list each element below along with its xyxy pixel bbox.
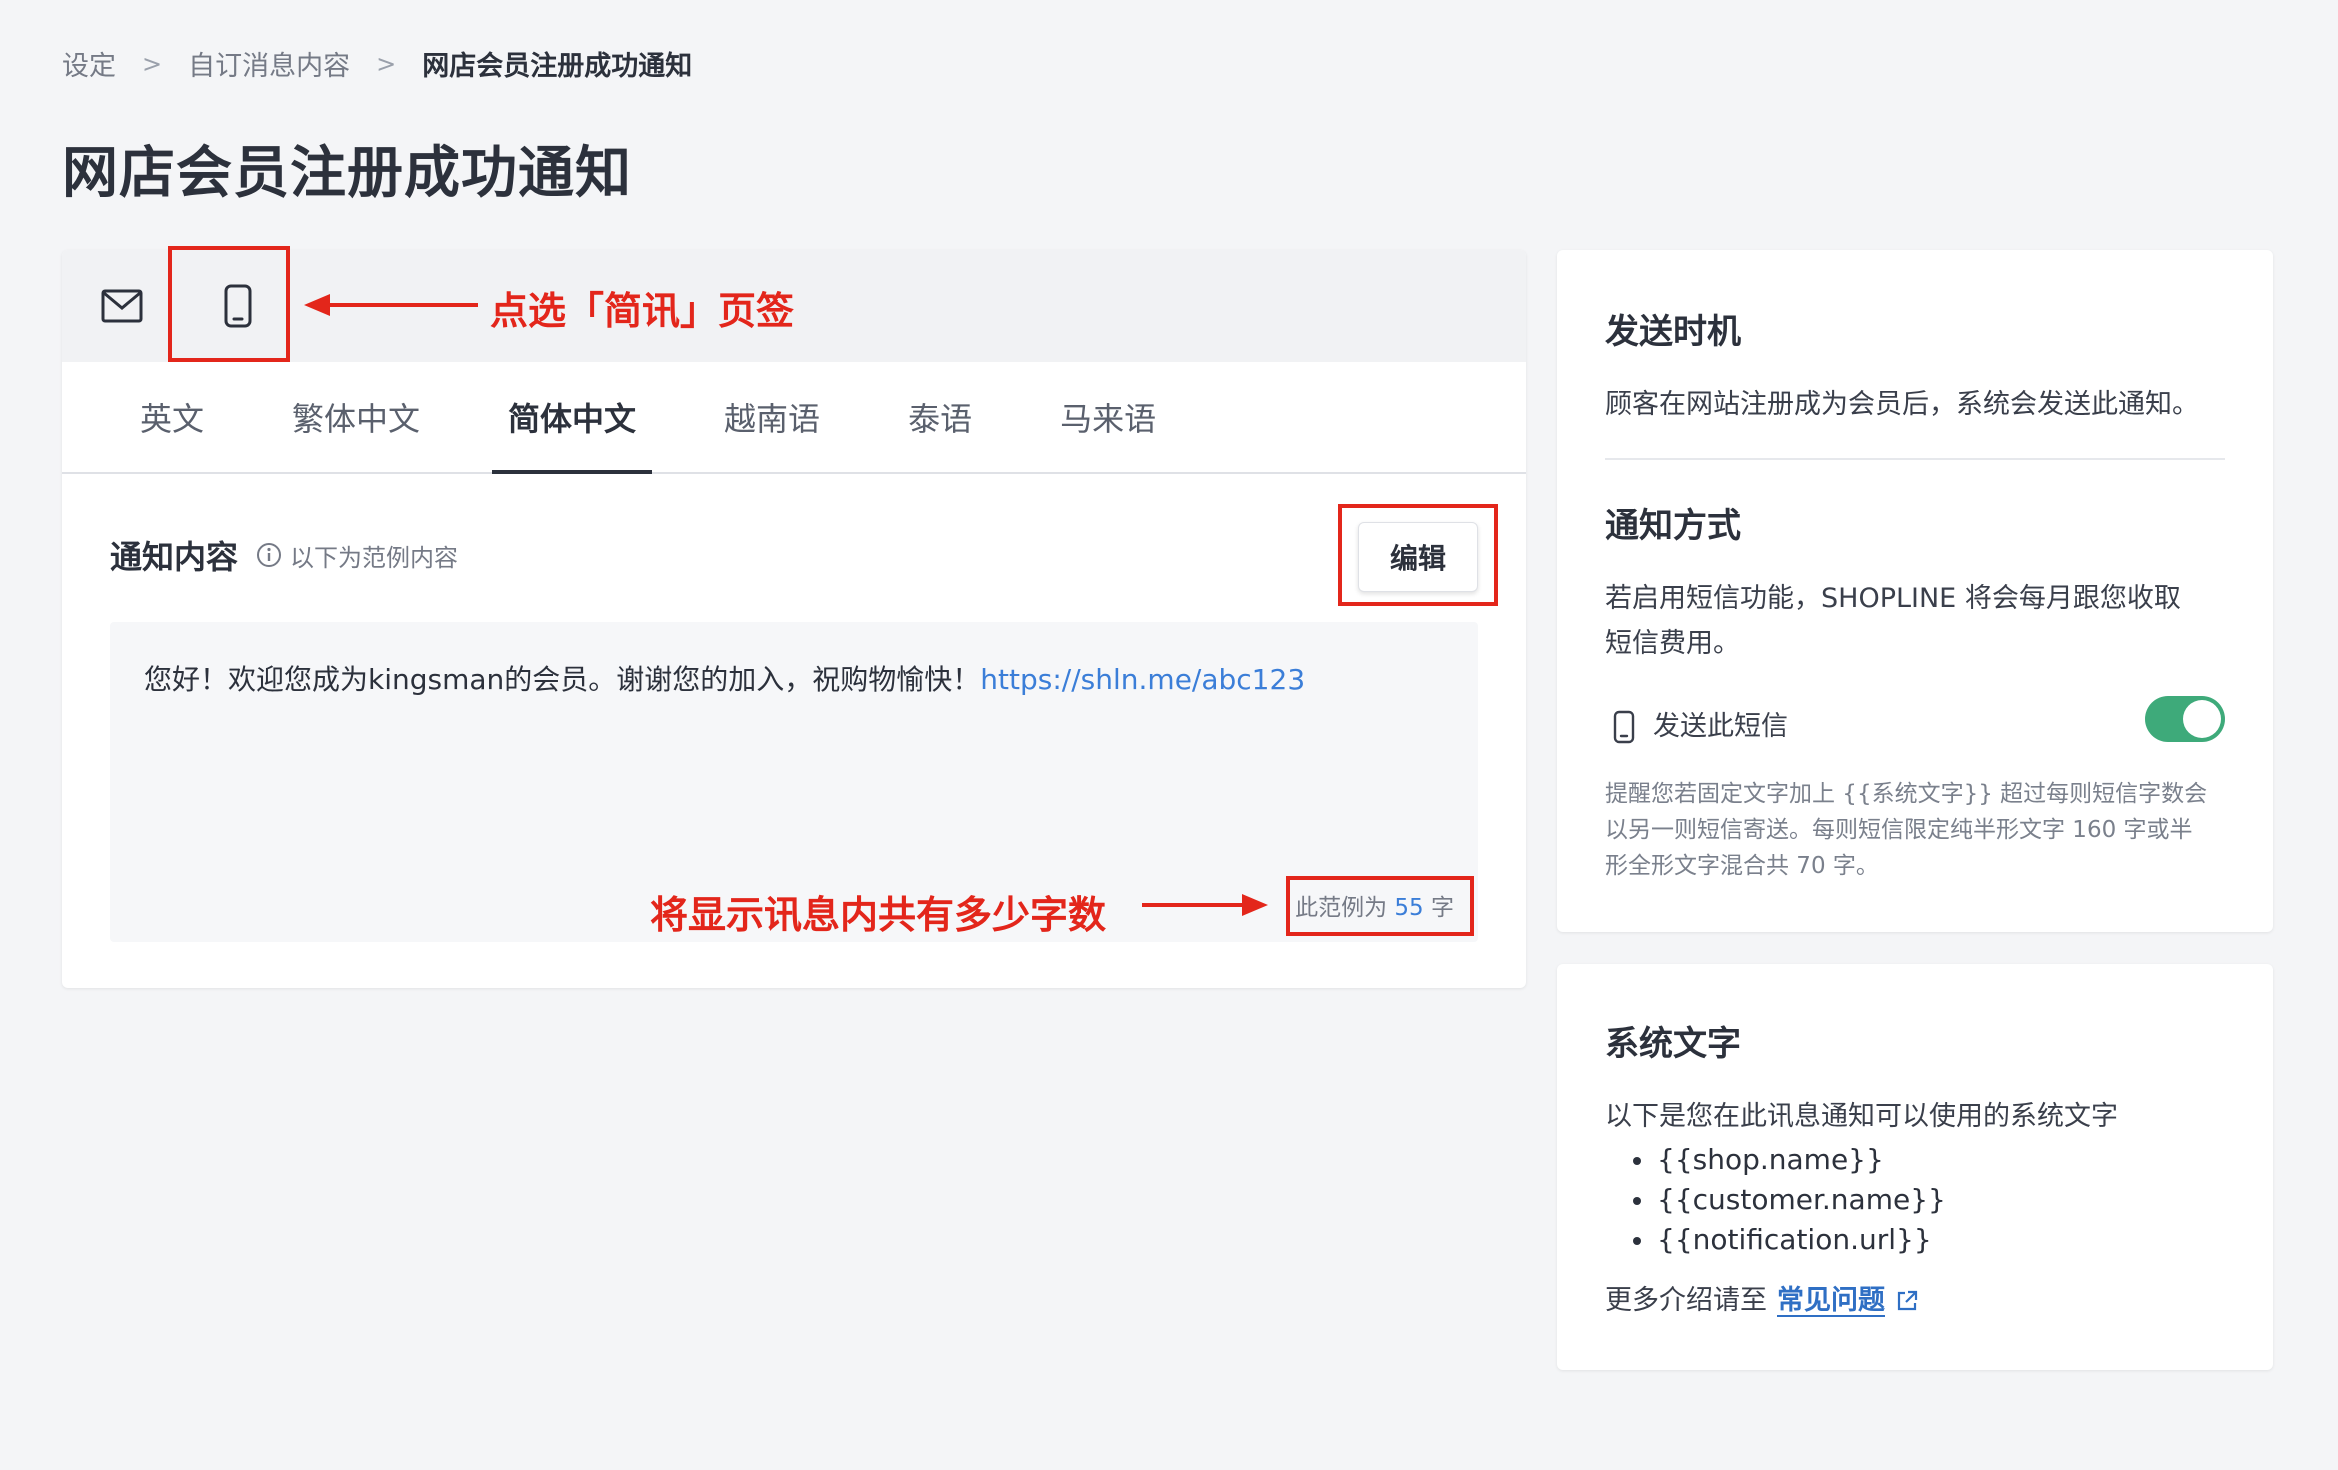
tab-thai[interactable]: 泰语 [892,362,988,472]
breadcrumb-separator: > [376,49,397,78]
page-title: 网店会员注册成功通知 [62,141,632,206]
annotation-box-edit [1338,504,1498,606]
breadcrumb-item-custom-messages[interactable]: 自订消息内容 [188,44,350,83]
external-link-icon [1897,1290,1918,1310]
mail-icon [101,289,143,323]
annotation-arrow-left [304,294,478,316]
notify-method-text: 若启用短信功能，SHOPLINE 将会每月跟您收取 短信费用。 [1605,583,2181,659]
system-variable-list: {{shop.name}} {{customer.name}} {{notifi… [1605,1140,1946,1260]
info-icon [256,542,282,568]
tab-traditional-chinese[interactable]: 繁体中文 [276,362,436,472]
content-label: 通知内容 [110,538,239,576]
tab-malay[interactable]: 马来语 [1044,362,1172,472]
faq-link[interactable]: 常见问题 [1777,1278,1885,1323]
list-item: {{shop.name}} [1605,1140,1946,1180]
annotation-count-hint: 将显示讯息内共有多少字数 [650,893,1107,937]
annotation-tab-hint: 点选「简讯」页签 [490,289,795,333]
message-link[interactable]: https://shln.me/abc123 [980,663,1305,696]
annotation-box-count [1286,876,1474,936]
breadcrumb-current: 网店会员注册成功通知 [422,51,693,82]
breadcrumb: 设定 > 自订消息内容 > 网店会员注册成功通知 [62,44,692,83]
send-timing-text: 顾客在网站注册成为会员后，系统会发送此通知。 [1605,389,2199,420]
tab-english[interactable]: 英文 [124,362,220,472]
toggle-knob [2183,700,2221,738]
system-text-intro: 以下是您在此讯息通知可以使用的系统文字 [1605,1101,2118,1132]
content-header: 通知内容 以下为范例内容 [110,532,458,578]
tab-vietnamese[interactable]: 越南语 [708,362,836,472]
system-text-card: 系统文字 以下是您在此讯息通知可以使用的系统文字 {{shop.name}} {… [1557,964,2273,1370]
divider [1605,458,2225,460]
breadcrumb-item-settings[interactable]: 设定 [62,44,116,83]
content-hint: 以下为范例内容 [290,543,459,572]
sms-toggle-row: 发送此短信 [1613,704,1788,749]
system-text-title: 系统文字 [1605,1024,1741,1064]
send-timing-title: 发送时机 [1605,312,1741,352]
page: 设定 > 自订消息内容 > 网店会员注册成功通知 网店会员注册成功通知 英文 繁… [0,0,2338,1470]
faq-row: 更多介绍请至 常见问题 [1605,1278,1919,1323]
breadcrumb-separator: > [142,49,163,78]
annotation-arrow-right [1142,894,1268,916]
sms-toggle[interactable] [2145,696,2225,742]
list-item: {{customer.name}} [1605,1180,1946,1220]
list-item: {{notification.url}} [1605,1220,1946,1260]
info-side-card: 发送时机 顾客在网站注册成为会员后，系统会发送此通知。 通知方式 若启用短信功能… [1557,250,2273,932]
mobile-phone-icon [1613,710,1635,743]
annotation-box-sms-tab [168,246,290,362]
language-tabs: 英文 繁体中文 简体中文 越南语 泰语 马来语 [62,362,1526,474]
sms-toggle-label: 发送此短信 [1653,711,1788,742]
sms-note: 提醒您若固定文字加上 {{系统文字}} 超过每则短信字数会 以另一则短信寄送。每… [1605,781,2208,879]
message-text: 您好！欢迎您成为kingsman的会员。谢谢您的加入，祝购物愉快！https:/… [144,663,1306,696]
tab-simplified-chinese[interactable]: 简体中文 [492,362,653,474]
email-channel-tab[interactable] [96,280,148,332]
notify-method-title: 通知方式 [1605,506,1741,546]
